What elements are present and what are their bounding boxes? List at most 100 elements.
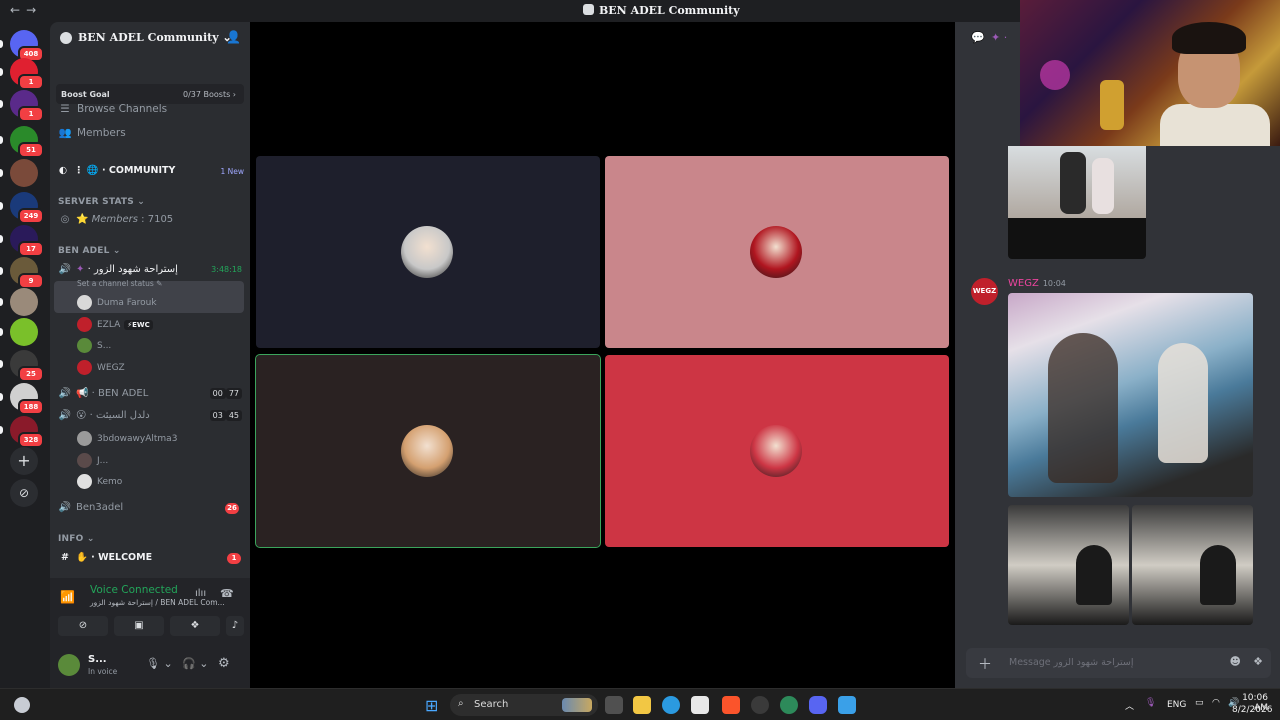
server-icon[interactable] bbox=[10, 288, 38, 316]
activities-button[interactable]: ❖ bbox=[170, 616, 220, 636]
voice-user[interactable]: EZLA ⚡EWC bbox=[77, 316, 153, 332]
user-name[interactable]: S... bbox=[88, 654, 107, 665]
attachment-image[interactable] bbox=[1008, 146, 1146, 259]
store-icon[interactable] bbox=[691, 696, 709, 714]
voice-user[interactable]: Duma Farouk bbox=[77, 295, 157, 310]
photo-figure bbox=[1076, 545, 1112, 605]
video-tile[interactable] bbox=[256, 156, 600, 348]
language-indicator[interactable]: ENG bbox=[1167, 700, 1186, 710]
thread-icon[interactable]: 💬 bbox=[971, 31, 985, 44]
attachment-image[interactable] bbox=[1008, 505, 1129, 625]
message-time: 10:04 bbox=[1042, 279, 1066, 288]
voice-user[interactable]: S... bbox=[77, 338, 111, 353]
voice-channel-active[interactable]: 🔊 ✦ · إستراحة شهود الزور bbox=[58, 264, 178, 275]
participant-avatar bbox=[750, 425, 802, 477]
voice-status[interactable]: Voice Connected bbox=[90, 584, 178, 596]
video-tile[interactable] bbox=[605, 156, 949, 348]
boost-goal-label: Boost Goal bbox=[61, 90, 110, 99]
server-icon[interactable]: 1 bbox=[10, 58, 44, 90]
noise-suppression-icon[interactable]: ılıı bbox=[195, 588, 206, 599]
avatar[interactable] bbox=[58, 654, 80, 676]
category-ben-adel[interactable]: BEN ADEL ⌄ bbox=[58, 246, 121, 256]
soundboard-button[interactable]: ♪ bbox=[226, 616, 244, 636]
app-icon[interactable] bbox=[751, 696, 769, 714]
channel-welcome[interactable]: # ✋ · WELCOME bbox=[58, 552, 152, 563]
settings-gear-icon[interactable]: ⚙ bbox=[218, 656, 230, 671]
set-channel-status[interactable]: Set a channel status ✎ bbox=[77, 279, 162, 288]
server-icon[interactable]: 408 bbox=[10, 30, 44, 62]
voice-user[interactable]: J... bbox=[77, 452, 108, 468]
boost-goal-bar[interactable]: Boost Goal 0/37 Boosts › bbox=[56, 84, 244, 104]
voice-user[interactable]: WEGZ bbox=[77, 359, 125, 375]
members-link[interactable]: 👥 Members bbox=[58, 126, 125, 139]
unread-indicator bbox=[0, 100, 3, 108]
brave-icon[interactable] bbox=[722, 696, 740, 714]
person-shirt bbox=[1160, 104, 1270, 146]
headphones-icon[interactable]: 🎧 ⌄ bbox=[182, 657, 208, 670]
video-tile[interactable] bbox=[255, 354, 601, 548]
server-icon[interactable]: 249 bbox=[10, 192, 44, 224]
browse-channels-link[interactable]: ☰ Browse Channels bbox=[58, 103, 167, 115]
message-author[interactable]: WEGZ bbox=[1008, 278, 1039, 289]
category-info[interactable]: INFO ⌄ bbox=[58, 534, 95, 544]
category-server-stats[interactable]: SERVER STATS ⌄ bbox=[58, 197, 145, 207]
attachment-image[interactable] bbox=[1008, 293, 1253, 497]
server-icon[interactable]: 17 bbox=[10, 225, 44, 257]
server-icon[interactable]: 328 bbox=[10, 416, 44, 448]
wifi-icon[interactable]: ◠ bbox=[1212, 698, 1220, 708]
avatar[interactable]: WEGZ bbox=[971, 278, 998, 305]
invite-people-icon[interactable]: 👤 bbox=[226, 30, 241, 44]
forum-icon: ◐ bbox=[58, 165, 68, 176]
speaker-icon: 🔊 bbox=[58, 410, 72, 421]
voice-channel-ben-adel[interactable]: 🔊 📢 · BEN ADEL bbox=[58, 388, 149, 399]
unread-badge: 9 bbox=[18, 273, 44, 289]
disconnect-icon[interactable]: ☎ bbox=[220, 587, 234, 600]
voice-user[interactable]: Kemo bbox=[77, 474, 122, 489]
voice-user[interactable]: 3bdowawyAltma3 bbox=[77, 431, 177, 446]
emoji-icon[interactable]: ☻ bbox=[1230, 655, 1241, 668]
server-icon[interactable]: 9 bbox=[10, 257, 44, 289]
screen-share-button[interactable]: ▣ bbox=[114, 616, 164, 636]
taskbar-search[interactable]: ⌕ Search bbox=[450, 694, 598, 716]
file-explorer-icon[interactable] bbox=[633, 696, 651, 714]
add-server-button[interactable]: + bbox=[10, 447, 38, 475]
camera-button[interactable]: ⊘ bbox=[58, 616, 108, 636]
message-composer[interactable]: ＋ Message إستراحة شهود الزور ☻ ❖ bbox=[966, 648, 1271, 678]
server-icon[interactable]: 1 bbox=[10, 90, 44, 122]
server-icon[interactable] bbox=[10, 159, 38, 187]
add-attachment-icon[interactable]: ＋ bbox=[978, 654, 992, 674]
clock-date[interactable]: 8/2/2026 bbox=[1232, 705, 1272, 715]
video-tile[interactable] bbox=[605, 355, 949, 547]
message-input[interactable]: Message إستراحة شهود الزور bbox=[1009, 657, 1133, 668]
windows-start-icon[interactable]: ⊞ bbox=[425, 696, 438, 715]
voice-location[interactable]: إستراحة شهود الزور / BEN ADEL Com... bbox=[90, 598, 225, 607]
channel-members-stat[interactable]: ◎ ⭐ Members : 7105 bbox=[58, 214, 174, 225]
discord-icon[interactable] bbox=[809, 696, 827, 714]
photo-figure bbox=[1158, 343, 1208, 463]
nav-arrows[interactable]: ←→ bbox=[10, 3, 42, 17]
tray-chevron-icon[interactable]: ︿ bbox=[1125, 699, 1134, 712]
guild-name[interactable]: BEN ADEL Community ⌄ bbox=[78, 31, 232, 44]
mic-icon[interactable]: 🎙 ⌄ bbox=[146, 657, 173, 670]
edge-icon[interactable] bbox=[662, 696, 680, 714]
server-icon[interactable]: 188 bbox=[10, 383, 44, 415]
attachment-image[interactable] bbox=[1132, 505, 1253, 625]
app-icon[interactable] bbox=[838, 696, 856, 714]
channel-counter: 03 45 bbox=[209, 410, 242, 421]
voice-channel-second[interactable]: 🔊 😮 · دلدل السيئت bbox=[58, 410, 150, 421]
mic-tray-icon[interactable]: 🎙 bbox=[1145, 698, 1156, 708]
server-icon[interactable]: 51 bbox=[10, 126, 44, 158]
explore-button[interactable]: ⊘ bbox=[10, 479, 38, 507]
channel-community[interactable]: ◐ ⋮ 🌐 · COMMUNITY bbox=[56, 165, 176, 176]
app-icon[interactable] bbox=[780, 696, 798, 714]
apps-icon[interactable]: ❖ bbox=[1253, 655, 1263, 668]
voice-channel-ben3adel[interactable]: 🔊 Ben3adel bbox=[58, 502, 123, 513]
guild-header[interactable]: BEN ADEL Community ⌄ 👤 bbox=[50, 22, 250, 54]
unread-badge: 1 bbox=[18, 74, 44, 90]
server-icon[interactable] bbox=[10, 318, 38, 346]
unread-indicator bbox=[0, 235, 3, 243]
server-icon[interactable]: 25 bbox=[10, 350, 44, 382]
task-view-icon[interactable] bbox=[605, 696, 623, 714]
weather-icon[interactable] bbox=[14, 697, 30, 713]
monitor-icon[interactable]: ▭ bbox=[1195, 698, 1204, 708]
